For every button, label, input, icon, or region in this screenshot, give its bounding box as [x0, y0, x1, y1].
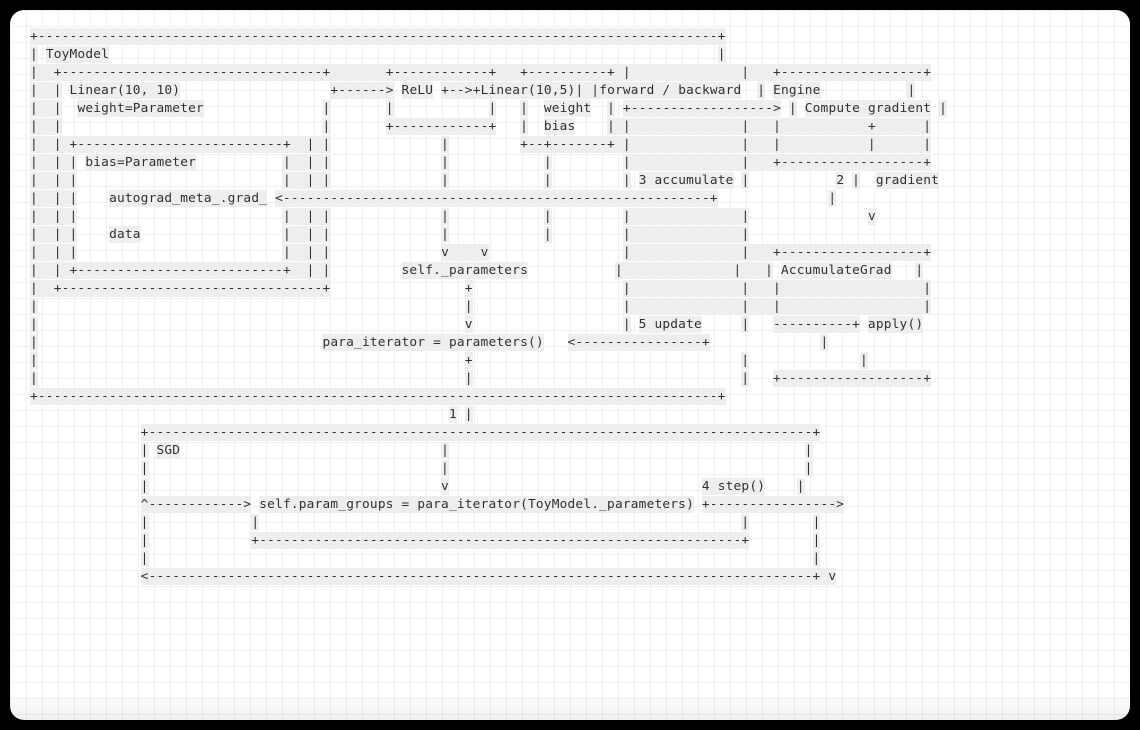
linear2-weight: weight [544, 100, 591, 117]
accgrad-name: AccumulateGrad [781, 262, 892, 279]
linear1-autograd: autograd_meta_.grad_ [109, 190, 267, 207]
diagram-card: +---------------------------------------… [10, 10, 1130, 720]
engine-name: Engine [773, 82, 820, 99]
label-forward-backward: forward / backward [599, 82, 741, 99]
step-4: 4 step() [702, 478, 765, 495]
sgd-name: SGD [156, 442, 180, 459]
linear2-bias: bias [544, 118, 576, 135]
label-gradient: gradient [876, 172, 939, 189]
linear1-name: Linear(10, 10) [70, 82, 181, 99]
label-para-iterator: para_iterator = parameters() [322, 334, 543, 351]
engine-compute: Compute gradient [805, 100, 931, 117]
linear2-name: Linear(10,5) [481, 82, 576, 99]
linear1-data: data [109, 226, 141, 243]
step-3: 3 accumulate [639, 172, 734, 189]
label-self-parameters: self._parameters [402, 262, 528, 279]
step-2: 2 [836, 172, 844, 189]
linear1-bias: bias=Parameter [85, 154, 196, 171]
linear1-weight: weight=Parameter [77, 100, 203, 117]
accgrad-apply: apply() [868, 316, 923, 333]
sgd-field: self.param_groups = para_iterator(ToyMod… [259, 496, 694, 513]
relu-name: ReLU [402, 82, 434, 99]
step-1: 1 [449, 406, 457, 423]
step-5: 5 update [639, 316, 702, 333]
model-title: ToyModel [46, 46, 109, 63]
ascii-diagram: +---------------------------------------… [30, 28, 1110, 586]
